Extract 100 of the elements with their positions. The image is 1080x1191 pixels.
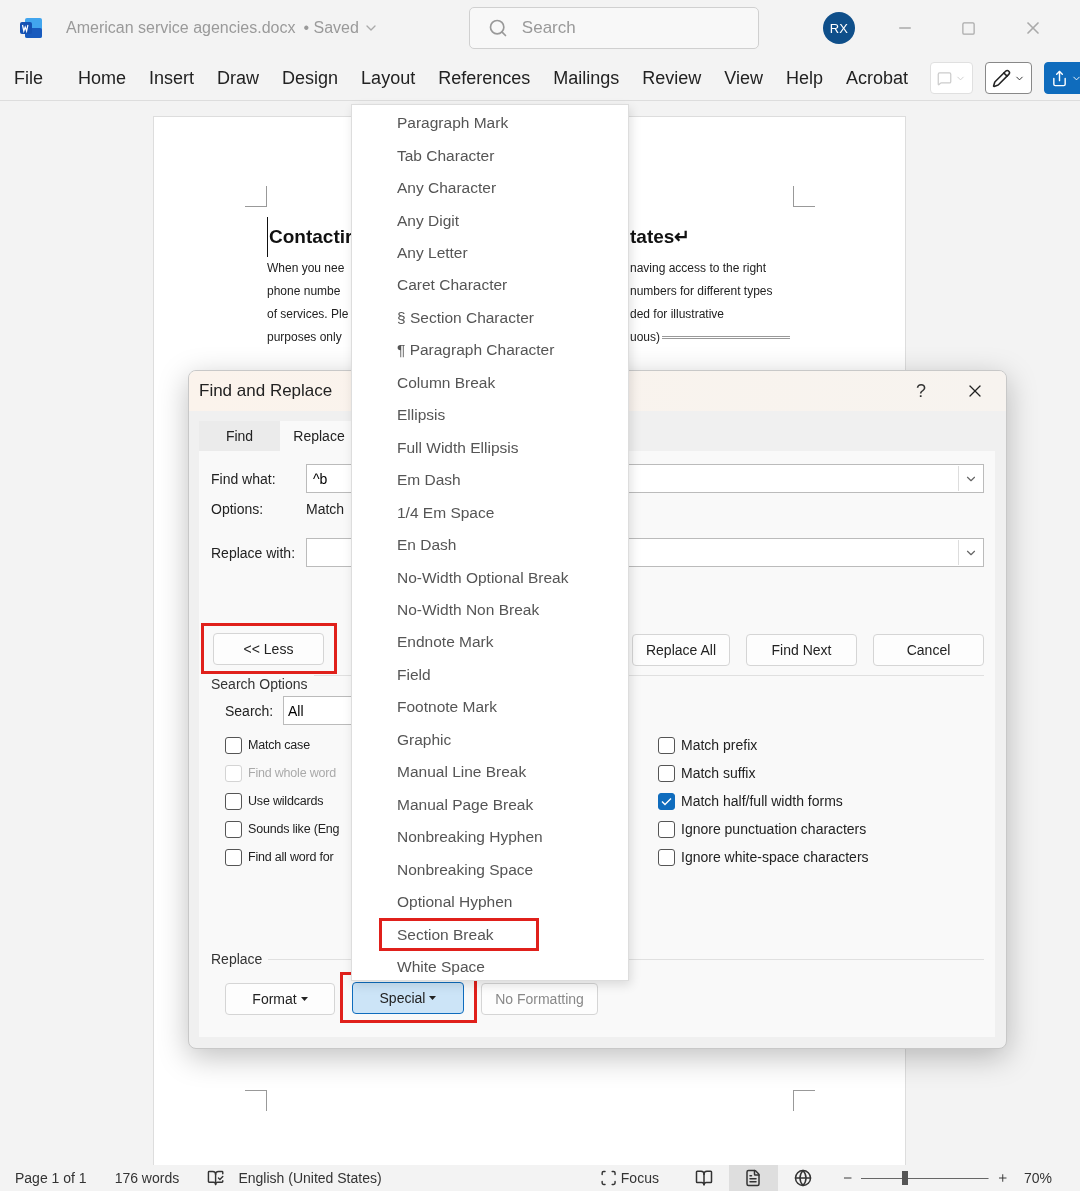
menu-item[interactable]: Manual Page Break	[352, 788, 628, 821]
view-button[interactable]	[728, 1165, 779, 1191]
ribbon-tab[interactable]: File	[14, 67, 43, 89]
menu-item[interactable]: 1/4 Em Space	[352, 496, 628, 529]
crop-mark	[793, 186, 815, 207]
word-logo-icon	[20, 18, 42, 38]
menu-item[interactable]: Any Digit	[352, 204, 628, 237]
focus-mode[interactable]: Focus	[620, 1170, 659, 1186]
proofing-icon[interactable]	[207, 1169, 225, 1187]
ribbon-tab[interactable]: Insert	[149, 67, 195, 89]
checkbox[interactable]	[658, 736, 675, 754]
checkbox-label: Match case	[248, 738, 310, 752]
dialog-button[interactable]: Cancel	[873, 633, 984, 666]
menu-item[interactable]: Field	[352, 658, 628, 692]
zoom-thumb[interactable]	[901, 1171, 908, 1185]
zoom-level[interactable]: 70%	[1024, 1170, 1053, 1186]
field-label: Options:	[211, 500, 265, 517]
checkbox-label: Ignore white-space characters	[681, 849, 869, 865]
body-text: When you nee	[267, 260, 346, 277]
body-text: purposes only	[267, 329, 343, 346]
menu-item[interactable]: Section Break	[379, 918, 539, 951]
ribbon-tab[interactable]: Draw	[217, 67, 260, 89]
dialog-button[interactable]: Find Next	[746, 633, 857, 666]
checkbox-label: Find all word for	[248, 850, 334, 864]
dialog-tab[interactable]: Find	[199, 421, 280, 451]
language[interactable]: English (United States)	[238, 1170, 382, 1186]
less-button[interactable]: << Less	[213, 633, 324, 665]
menu-item[interactable]: Nonbreaking Hyphen	[352, 820, 628, 854]
ribbon-tab[interactable]: Review	[642, 67, 702, 89]
checkbox[interactable]	[225, 820, 242, 838]
body-text: naving access to the right	[630, 260, 767, 277]
field-label: Search:	[225, 702, 275, 719]
menu-item[interactable]: Graphic	[352, 723, 628, 757]
checkbox-label: Match suffix	[681, 765, 756, 781]
menu-item[interactable]: Any Letter	[352, 236, 628, 270]
replace-option-button[interactable]: Format	[225, 982, 335, 1015]
body-text: ded for illustrative	[630, 306, 725, 323]
menu-item[interactable]: En Dash	[352, 528, 628, 562]
ribbon-tab[interactable]: Layout	[361, 67, 416, 89]
user-avatar[interactable]: RX	[822, 12, 855, 44]
menu-item[interactable]: White Space	[352, 950, 628, 984]
ribbon-tab[interactable]: Help	[786, 67, 823, 89]
checkbox[interactable]	[225, 848, 242, 866]
crop-mark	[245, 1090, 267, 1111]
menu-item[interactable]: Caret Character	[352, 269, 628, 302]
menu-item[interactable]: Nonbreaking Space	[352, 853, 628, 886]
body-text: phone numbe	[267, 283, 342, 300]
crop-mark	[793, 1090, 815, 1111]
caret-icon	[300, 996, 308, 1001]
menu-item[interactable]: No-Width Optional Break	[352, 561, 628, 594]
document-heading: tates↵	[630, 225, 692, 249]
menu-item[interactable]: ¶ Paragraph Character	[352, 334, 628, 367]
menu-item[interactable]: Column Break	[352, 366, 628, 400]
options-value: Match	[306, 500, 345, 517]
draw-pen-button[interactable]	[985, 62, 1033, 94]
ribbon-tab[interactable]: View	[724, 67, 763, 89]
checkbox-label: Sounds like (Eng	[248, 822, 340, 836]
checkbox[interactable]	[658, 792, 675, 810]
dialog-button[interactable]: Replace All	[632, 633, 730, 666]
ribbon-tab[interactable]: Mailings	[553, 67, 620, 89]
section-title: Replace	[211, 951, 263, 967]
field-label: Find what:	[211, 470, 277, 487]
print-layout-icon	[744, 1169, 763, 1187]
checkbox[interactable]	[225, 736, 242, 754]
menu-item[interactable]: Optional Hyphen	[352, 885, 628, 919]
section-title: Search Options	[211, 676, 308, 692]
field-label: Replace with:	[211, 544, 297, 561]
read-mode-icon	[694, 1169, 713, 1187]
checkbox[interactable]	[658, 764, 675, 782]
checkbox[interactable]	[225, 792, 242, 810]
share-button[interactable]	[1044, 62, 1080, 94]
menu-item[interactable]: No-Width Non Break	[352, 593, 628, 627]
checkbox[interactable]	[658, 848, 675, 866]
caret-icon	[429, 996, 437, 1000]
menu-item[interactable]: Manual Line Break	[352, 756, 628, 789]
checkmark-icon	[661, 796, 672, 806]
replace-option-button[interactable]: Special	[352, 982, 464, 1014]
ribbon-tab[interactable]: Home	[78, 67, 127, 89]
body-text: of services. Ple	[267, 306, 350, 323]
zoom-in-icon[interactable]	[996, 1172, 1008, 1184]
menu-item[interactable]: § Section Character	[352, 301, 628, 335]
help-button[interactable]: ?	[898, 380, 944, 402]
share-icon	[1051, 69, 1069, 87]
menu-item[interactable]: Tab Character	[352, 139, 628, 172]
page-count[interactable]: Page 1 of 1	[15, 1170, 87, 1186]
focus-icon[interactable]	[599, 1169, 617, 1187]
ribbon-tab[interactable]: Design	[282, 67, 339, 89]
checkbox-label: Find whole word	[248, 766, 337, 780]
ribbon-tab[interactable]: Acrobat	[846, 67, 909, 89]
menu-item[interactable]: Paragraph Mark	[352, 107, 628, 140]
word-count[interactable]: 176 words	[114, 1170, 180, 1186]
body-text: uous)	[630, 329, 661, 346]
checkbox[interactable]	[658, 820, 675, 838]
dialog-title: Find and Replace	[199, 381, 333, 401]
menu-item[interactable]: Any Character	[352, 171, 628, 205]
body-text: numbers for different types	[630, 283, 773, 300]
ribbon-tab[interactable]: References	[438, 67, 531, 89]
checkbox-label: Match half/full width forms	[681, 793, 843, 809]
menu-item[interactable]: Endnote Mark	[352, 626, 628, 659]
checkbox-label: Ignore punctuation characters	[681, 821, 867, 837]
